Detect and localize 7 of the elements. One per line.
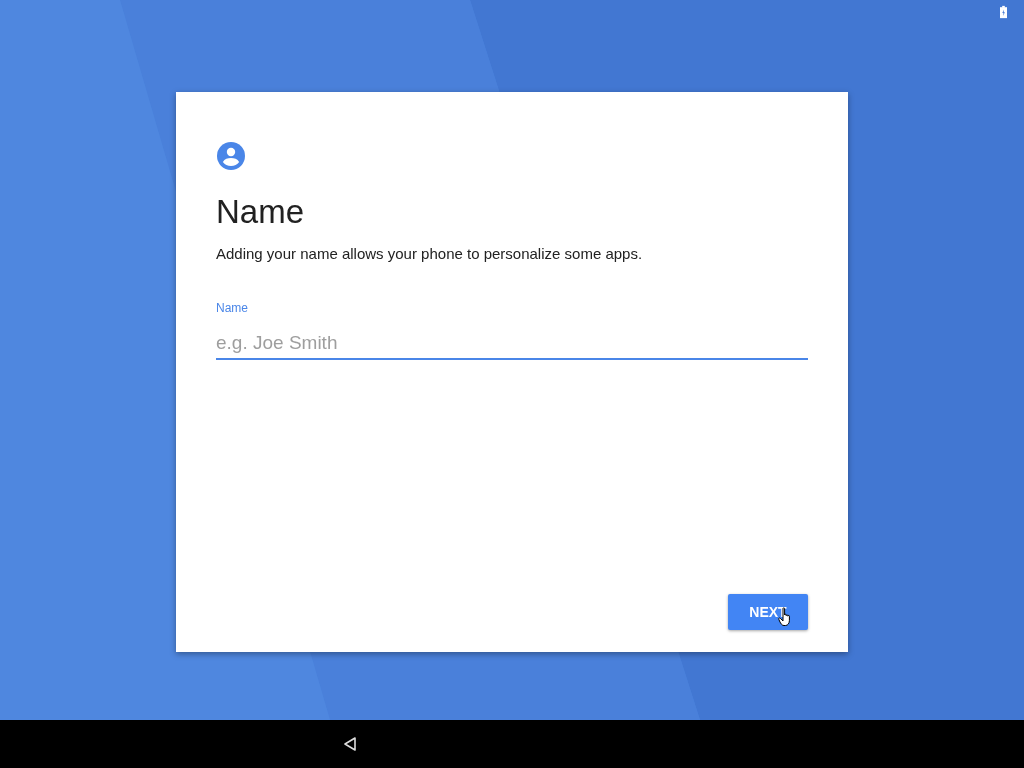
back-icon[interactable]	[342, 736, 358, 752]
page-title: Name	[216, 192, 306, 232]
account-icon	[217, 142, 245, 170]
description-text: Adding your name allows your phone to personalize some apps.	[216, 244, 644, 264]
field-label: Name	[216, 300, 249, 316]
name-input-field[interactable]: e.g. Joe Smith	[216, 326, 808, 360]
battery-charging-icon	[1000, 5, 1007, 19]
